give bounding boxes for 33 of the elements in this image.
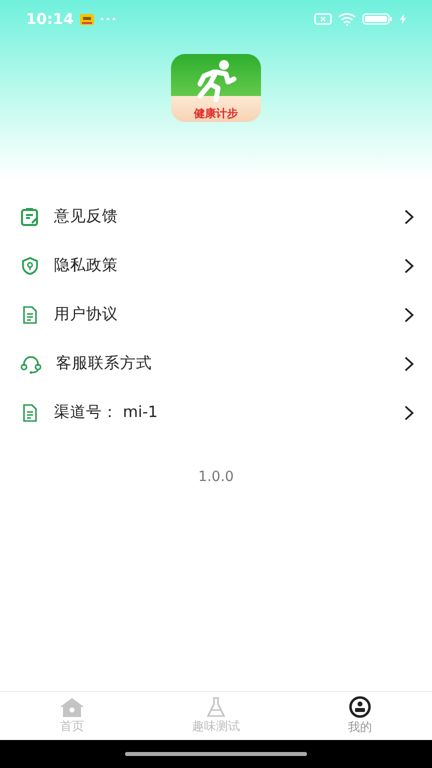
menu-item[interactable]: 意见反馈 [0,192,432,241]
home-icon [59,697,85,717]
home-indicator[interactable] [125,752,307,756]
chevron-right-icon [404,306,414,322]
logo-text: 健康计步 [194,106,238,121]
status-time: 10:14 [26,10,74,28]
edit-note-icon [20,206,40,226]
app-notification-icon [80,14,94,24]
chevron-right-icon [404,404,414,420]
flask-icon [205,697,227,717]
menu-item[interactable]: 隐私政策 [0,241,432,290]
menu-label: 意见反馈 [54,206,119,227]
menu-label: 隐私政策 [54,255,119,276]
menu-label: 用户协议 [54,304,119,325]
sim-icon [314,13,332,25]
headset-icon [20,354,42,374]
profile-icon [349,696,371,718]
menu-label: 渠道号： mi-1 [54,402,159,423]
chevron-right-icon [404,208,414,224]
menu-item[interactable]: 渠道号： mi-1 [0,388,432,437]
menu-label: 客服联系方式 [56,353,153,374]
charging-icon [400,14,406,24]
document-icon [20,304,40,324]
more-icon [100,17,116,21]
menu-item[interactable]: 客服联系方式 [0,339,432,388]
chevron-right-icon [404,258,414,274]
version-text: 1.0.0 [197,469,235,485]
battery-icon [362,13,394,25]
shield-icon [20,256,40,276]
document-icon [20,402,40,422]
chevron-right-icon [404,356,414,372]
wifi-icon [338,12,356,26]
menu-item[interactable]: 用户协议 [0,290,432,339]
